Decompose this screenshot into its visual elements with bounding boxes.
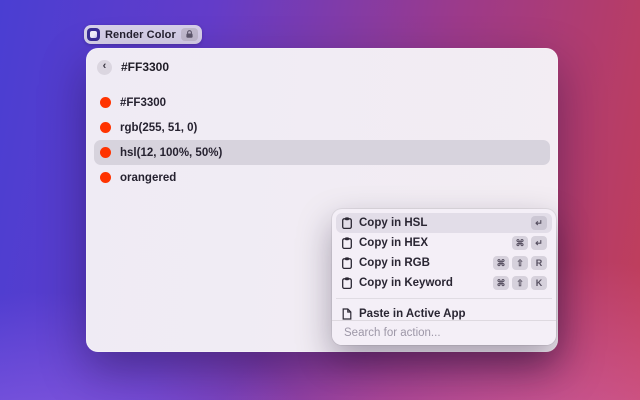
list-item-rgb[interactable]: rgb(255, 51, 0) [94, 115, 550, 140]
render-color-extension-icon [87, 28, 100, 41]
desktop-background: Render Color ‹ #FF3300 #FF3300 rgb(255, … [0, 0, 640, 400]
clipboard-icon [341, 237, 352, 249]
lock-icon [181, 28, 198, 41]
return-key-badge: ↵ [531, 216, 547, 230]
letter-key-badge: K [531, 276, 547, 290]
action-label: Copy in Keyword [359, 277, 486, 289]
action-label: Copy in HEX [359, 237, 505, 249]
color-format-list: #FF3300 rgb(255, 51, 0) hsl(12, 100%, 50… [86, 90, 558, 190]
command-key-badge: ⌘ [493, 256, 509, 270]
action-search-bar [332, 320, 556, 345]
shortcut-keys: ⌘ ⇧ K [493, 276, 547, 290]
action-label: Copy in HSL [359, 217, 524, 229]
action-copy-hex[interactable]: Copy in HEX ⌘ ↵ [336, 233, 552, 253]
list-item-hex[interactable]: #FF3300 [94, 90, 550, 115]
letter-key-badge: R [531, 256, 547, 270]
action-search-input[interactable] [342, 326, 546, 340]
back-button[interactable]: ‹ [97, 60, 112, 75]
color-swatch-dot [100, 147, 111, 158]
list-item-label: #FF3300 [120, 97, 166, 109]
shift-key-badge: ⇧ [512, 276, 528, 290]
return-key-badge: ↵ [531, 236, 547, 250]
clipboard-icon [341, 257, 352, 269]
back-chevron-icon: ‹ [103, 61, 107, 72]
color-swatch-dot [100, 122, 111, 133]
shift-key-badge: ⇧ [512, 256, 528, 270]
action-paste-active-app[interactable]: Paste in Active App [336, 304, 552, 320]
list-item-label: hsl(12, 100%, 50%) [120, 147, 222, 159]
command-key-badge: ⌘ [493, 276, 509, 290]
action-list: Copy in HSL ↵ Copy in HEX ⌘ ↵ [332, 209, 556, 320]
command-pill-label: Render Color [105, 29, 176, 41]
page-title: #FF3300 [121, 60, 169, 74]
shortcut-keys: ⌘ ⇧ R [493, 256, 547, 270]
list-item-label: orangered [120, 172, 176, 184]
window-header: ‹ #FF3300 [86, 48, 558, 82]
clipboard-icon [341, 277, 352, 289]
color-swatch-dot [100, 172, 111, 183]
list-item-label: rgb(255, 51, 0) [120, 122, 197, 134]
list-item-keyword[interactable]: orangered [94, 165, 550, 190]
action-label: Paste in Active App [359, 308, 547, 320]
action-panel: Copy in HSL ↵ Copy in HEX ⌘ ↵ [332, 209, 556, 345]
color-swatch-dot [100, 97, 111, 108]
action-copy-keyword[interactable]: Copy in Keyword ⌘ ⇧ K [336, 273, 552, 293]
list-item-hsl[interactable]: hsl(12, 100%, 50%) [94, 140, 550, 165]
action-copy-hsl[interactable]: Copy in HSL ↵ [336, 213, 552, 233]
action-panel-divider [336, 298, 552, 299]
command-pill[interactable]: Render Color [84, 25, 202, 44]
action-label: Copy in RGB [359, 257, 486, 269]
action-copy-rgb[interactable]: Copy in RGB ⌘ ⇧ R [336, 253, 552, 273]
document-icon [341, 308, 352, 320]
command-key-badge: ⌘ [512, 236, 528, 250]
shortcut-keys: ⌘ ↵ [512, 236, 547, 250]
shortcut-keys: ↵ [531, 216, 547, 230]
clipboard-icon [341, 217, 352, 229]
